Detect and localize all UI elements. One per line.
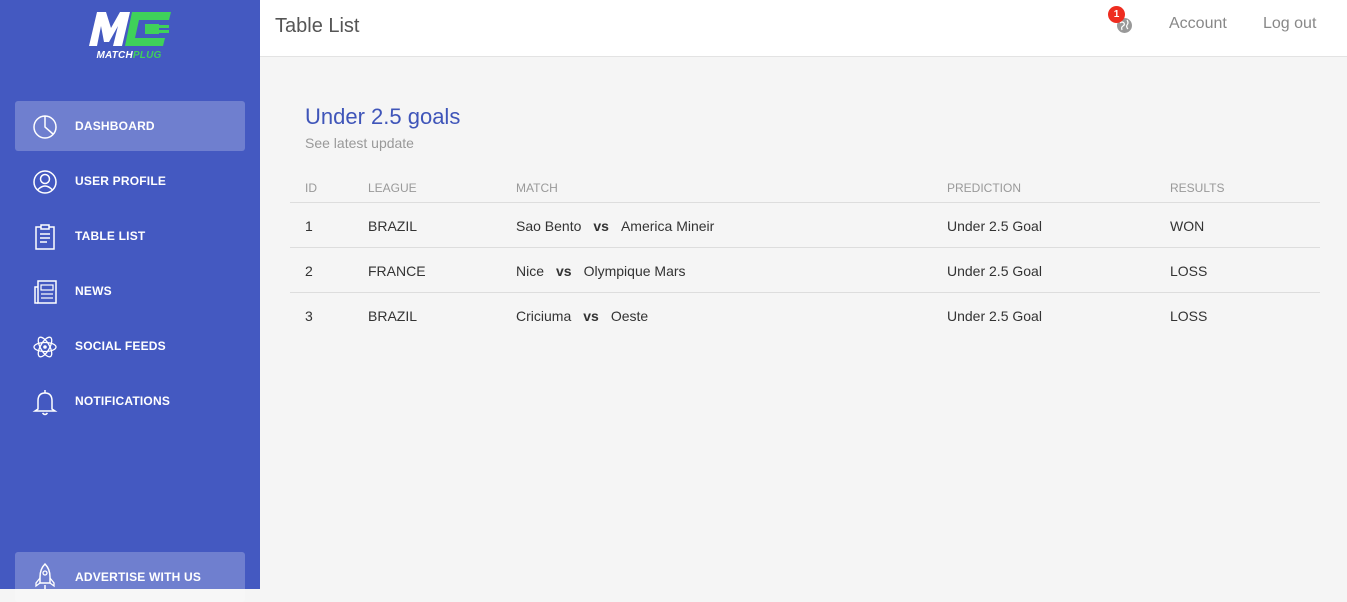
- table-header: ID LEAGUE MATCH PREDICTION RESULTS: [290, 174, 1320, 203]
- bell-icon: [32, 390, 58, 416]
- cell-match: Criciuma vs Oeste: [516, 308, 648, 324]
- user-icon: [33, 170, 57, 194]
- card-subtitle: See latest update: [305, 135, 414, 151]
- sidebar-item-table-list[interactable]: TABLE LIST: [15, 211, 245, 261]
- sidebar-item-label: SOCIAL FEEDS: [75, 339, 166, 353]
- notification-badge: 1: [1108, 6, 1125, 23]
- away-team: Oeste: [610, 308, 649, 324]
- cell-league: FRANCE: [368, 263, 426, 279]
- sidebar-item-social-feeds[interactable]: SOCIAL FEEDS: [15, 321, 245, 371]
- sidebar-item-news[interactable]: NEWS: [15, 266, 245, 316]
- logo-word-plug: PLUG: [132, 50, 162, 61]
- cell-result: LOSS: [1170, 308, 1208, 324]
- cell-id: 3: [305, 308, 313, 324]
- sidebar-item-label: DASHBOARD: [75, 119, 155, 133]
- column-header-id: ID: [305, 181, 317, 195]
- home-team: Criciuma: [516, 308, 572, 324]
- table-row: 3 BRAZIL Criciuma vs Oeste Under 2.5 Goal …: [290, 293, 1320, 338]
- logo-text: MATCHPLUG: [83, 50, 175, 61]
- account-link[interactable]: Account: [1169, 15, 1227, 33]
- cell-result: LOSS: [1170, 263, 1208, 279]
- sidebar-item-dashboard[interactable]: DASHBOARD: [15, 101, 245, 151]
- sidebar-item-label: TABLE LIST: [75, 229, 146, 243]
- column-header-league: LEAGUE: [368, 181, 417, 195]
- cell-league: BRAZIL: [368, 218, 418, 234]
- home-team: Nice: [516, 263, 545, 279]
- predictions-table: ID LEAGUE MATCH PREDICTION RESULTS 1 BRA…: [290, 174, 1320, 338]
- cell-prediction: Under 2.5 Goal: [947, 218, 1042, 234]
- advertise-label: ADVERTISE WITH US: [75, 570, 202, 584]
- home-team: Sao Bento: [516, 218, 582, 234]
- cell-match: Sao Bento vs America Mineir: [516, 218, 714, 234]
- vs-label: vs: [556, 263, 572, 279]
- rocket-icon: [35, 562, 55, 589]
- cell-id: 1: [305, 218, 313, 234]
- advertise-button[interactable]: ADVERTISE WITH US: [15, 552, 245, 602]
- cell-match: Nice vs Olympique Mars: [516, 263, 686, 279]
- table-row: 1 BRAZIL Sao Bento vs America Mineir Under…: [290, 203, 1320, 248]
- away-team: Olympique Mars: [583, 263, 686, 279]
- pie-chart-icon: [33, 115, 57, 139]
- cell-result: WON: [1170, 218, 1205, 234]
- cell-prediction: Under 2.5 Goal: [947, 263, 1042, 279]
- vs-label: vs: [583, 308, 599, 324]
- column-header-match: MATCH: [516, 181, 558, 195]
- sidebar-item-label: NEWS: [75, 284, 112, 298]
- clipboard-icon: [35, 224, 55, 250]
- sidebar: MATCHPLUG DASHBOARD USER PROFILE TABLE L…: [0, 0, 260, 602]
- column-header-prediction: PREDICTION: [947, 181, 1022, 195]
- table-row: 2 FRANCE Nice vs Olympique Mars Under 2.5 …: [290, 248, 1320, 293]
- away-team: America Mineir: [620, 218, 715, 234]
- atom-icon: [33, 336, 57, 358]
- logo-word-match: MATCH: [96, 50, 133, 61]
- vs-label: vs: [593, 218, 609, 234]
- logo-mark: [89, 12, 171, 46]
- card-title: Under 2.5 goals: [305, 104, 461, 129]
- page-title: Table List: [275, 15, 360, 37]
- top-navbar: Table List 1 Account Log out: [260, 0, 1347, 57]
- cell-id: 2: [305, 263, 313, 279]
- sidebar-item-notifications[interactable]: NOTIFICATIONS: [15, 376, 245, 426]
- cell-prediction: Under 2.5 Goal: [947, 308, 1042, 324]
- cell-league: BRAZIL: [368, 308, 418, 324]
- sidebar-item-label: USER PROFILE: [75, 174, 167, 188]
- sidebar-item-user-profile[interactable]: USER PROFILE: [15, 156, 245, 206]
- sidebar-item-label: NOTIFICATIONS: [75, 394, 171, 408]
- logout-link[interactable]: Log out: [1263, 15, 1316, 33]
- news-icon: [34, 280, 57, 304]
- matchplug-logo[interactable]: MATCHPLUG: [83, 10, 175, 62]
- column-header-results: RESULTS: [1170, 181, 1225, 195]
